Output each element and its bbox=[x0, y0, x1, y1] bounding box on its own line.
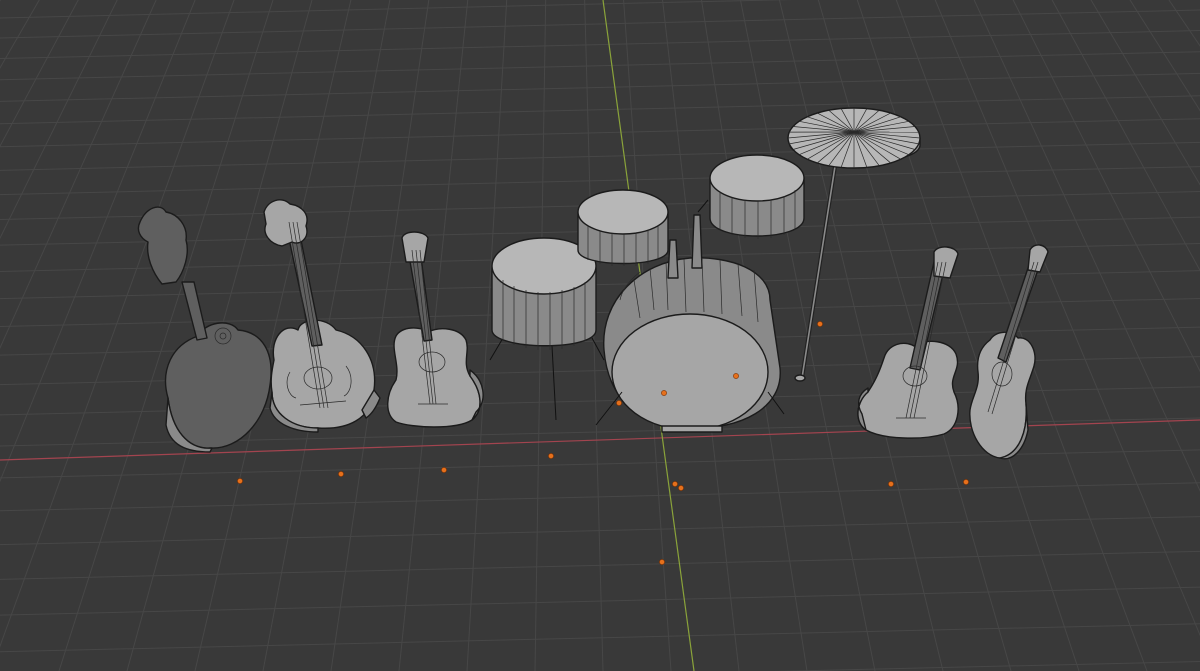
origin-point[interactable] bbox=[441, 467, 447, 473]
origin-point[interactable] bbox=[963, 479, 969, 485]
origin-point[interactable] bbox=[817, 321, 823, 327]
3d-viewport[interactable] bbox=[0, 0, 1200, 671]
origin-point[interactable] bbox=[338, 471, 344, 477]
origin-point[interactable] bbox=[659, 559, 665, 565]
origin-point[interactable] bbox=[678, 485, 684, 491]
rack-tom-1[interactable] bbox=[577, 189, 669, 266]
origin-point[interactable] bbox=[616, 400, 622, 406]
origin-point[interactable] bbox=[237, 478, 243, 484]
origin-point[interactable] bbox=[888, 481, 894, 487]
origin-point[interactable] bbox=[661, 390, 667, 396]
origin-point[interactable] bbox=[672, 481, 678, 487]
origin-point[interactable] bbox=[548, 453, 554, 459]
origin-point[interactable] bbox=[733, 373, 739, 379]
